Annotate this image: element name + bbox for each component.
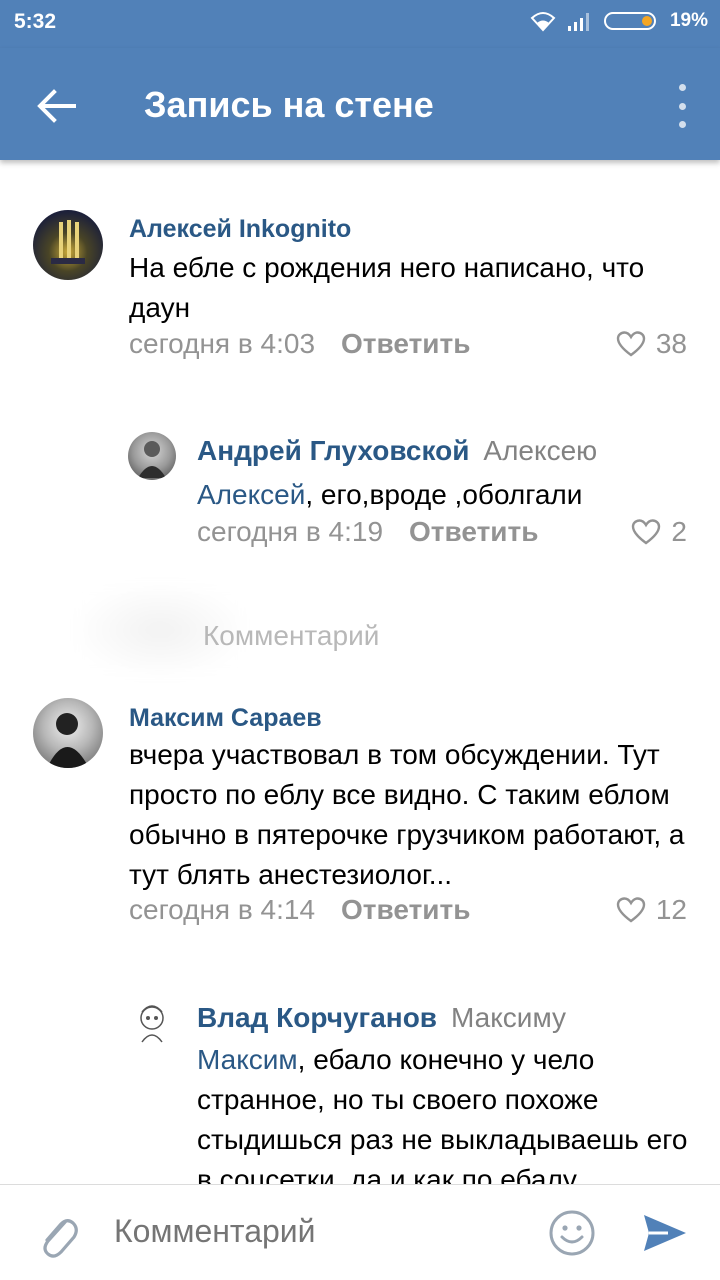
comment-date: сегодня в 4:14 xyxy=(129,894,316,925)
reply-to-label[interactable]: Максиму xyxy=(451,1002,566,1033)
reply-to-label[interactable]: Алексею xyxy=(483,435,597,466)
comment-reply: Влад Корчуганов Максиму Максим, ебало кон… xyxy=(0,990,720,1184)
author-name[interactable]: Максим Сараев xyxy=(129,704,322,732)
wifi-icon xyxy=(530,12,556,32)
reply-button[interactable]: Ответить xyxy=(341,328,470,360)
divider-label: Комментарий xyxy=(203,620,380,651)
comment-meta: сегодня в 4:14 Ответить xyxy=(129,894,470,926)
like-count: 12 xyxy=(655,894,687,925)
comment: Максим Сараев вчера участвовал в том обс… xyxy=(0,690,720,940)
avatar-image xyxy=(47,713,89,768)
status-icons: 19% xyxy=(530,10,708,32)
comment-author: Андрей Глуховской Алексею xyxy=(197,435,597,467)
app-bar: Запись на стене xyxy=(0,48,720,160)
avatar[interactable] xyxy=(33,210,103,280)
status-time: 5:32 xyxy=(14,10,57,33)
comment: Алексей Inkognito На ебле с рождения нег… xyxy=(0,200,720,380)
send-icon[interactable] xyxy=(640,1209,688,1257)
more-options-button[interactable] xyxy=(672,84,692,128)
heart-icon xyxy=(632,519,661,545)
battery-percent: 19% xyxy=(669,10,708,31)
like-count: 38 xyxy=(655,328,687,359)
comment-meta: сегодня в 4:03 Ответить xyxy=(129,328,470,360)
mention-link[interactable]: Алексей xyxy=(197,479,305,510)
author-name[interactable]: Алексей Inkognito xyxy=(129,215,351,243)
battery-icon xyxy=(603,12,656,30)
author-name[interactable]: Андрей Глуховской xyxy=(197,435,469,466)
like-button[interactable]: 38 xyxy=(616,328,687,360)
mention-link[interactable]: Максим xyxy=(197,1044,298,1075)
reply-button[interactable]: Ответить xyxy=(341,894,470,926)
avatar[interactable] xyxy=(128,432,176,480)
compose-bar xyxy=(0,1184,720,1280)
status-bar: 5:32 19% xyxy=(0,0,720,48)
comment-body: , его,вроде ,оболгали xyxy=(305,479,583,510)
like-button[interactable]: 12 xyxy=(616,894,687,926)
comment-author: Максим Сараев xyxy=(129,704,322,733)
heart-icon xyxy=(616,897,646,923)
author-name[interactable]: Влад Корчуганов xyxy=(197,1002,437,1033)
comment-date: сегодня в 4:03 xyxy=(129,328,316,359)
like-button[interactable]: 2 xyxy=(631,516,687,548)
back-button[interactable] xyxy=(28,78,84,134)
comment-text: Алексей, его,вроде ,оболгали xyxy=(197,475,697,515)
comment-text: Максим, ебало конечно у чело странное, н… xyxy=(197,1040,697,1184)
like-count: 2 xyxy=(671,516,687,547)
comment-input[interactable] xyxy=(114,1213,514,1250)
comment-author[interactable]: Алексей Inkognito xyxy=(129,215,351,244)
comment-author: Влад Корчуганов Максиму xyxy=(197,1002,566,1034)
smiley-icon[interactable] xyxy=(548,1209,596,1257)
paperclip-icon[interactable] xyxy=(36,1209,80,1259)
avatar[interactable] xyxy=(33,698,103,768)
avatar-image xyxy=(140,1005,164,1043)
avatar-image xyxy=(51,220,85,264)
heart-icon xyxy=(616,331,646,357)
comment-text: На ебле с рождения него написано, что да… xyxy=(129,252,645,323)
avatar-image xyxy=(138,441,166,478)
comment-date: сегодня в 4:19 xyxy=(197,516,384,547)
signal-icon xyxy=(567,13,589,31)
more-vertical-icon xyxy=(678,84,686,91)
reply-button[interactable]: Ответить xyxy=(409,516,538,548)
comment-meta: сегодня в 4:19 Ответить xyxy=(197,516,538,548)
avatar[interactable] xyxy=(128,998,176,1046)
blurred-comment-label: Комментарий xyxy=(60,580,420,680)
comment-text: вчера участвовал в том обсуждении. Тут п… xyxy=(129,739,685,890)
arrow-left-icon xyxy=(37,89,76,123)
page-title: Запись на стене xyxy=(144,84,434,125)
comment-reply: Андрей Глуховской Алексею Алексей, его,вр… xyxy=(0,420,720,570)
